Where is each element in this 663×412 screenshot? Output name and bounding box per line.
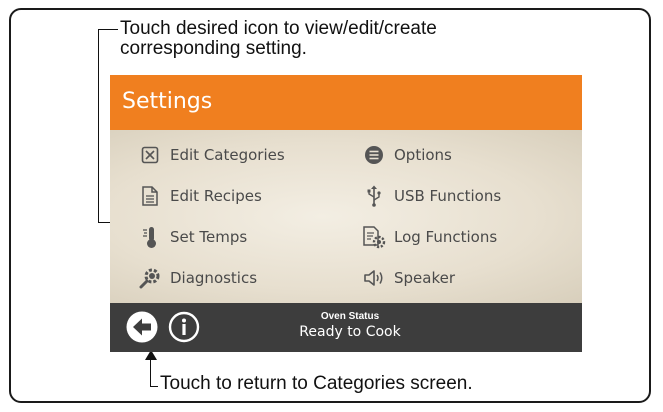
menu-item-label: Diagnostics <box>170 269 258 287</box>
gear-wrench-icon <box>138 266 162 290</box>
menu-item-set-temps[interactable]: Set Temps <box>138 223 247 251</box>
menu-item-edit-recipes[interactable]: Edit Recipes <box>138 182 262 210</box>
info-button[interactable] <box>168 311 200 343</box>
info-icon <box>168 311 200 343</box>
settings-menu: Edit Categories Edit Recipes Set Temps D… <box>110 130 582 303</box>
back-button[interactable] <box>126 311 158 343</box>
callout-top-line1: Touch desired icon to view/edit/create <box>120 18 437 39</box>
settings-header: Settings <box>110 75 582 130</box>
menu-item-label: Options <box>394 146 452 164</box>
back-arrow-icon <box>126 311 158 343</box>
usb-icon <box>362 184 386 208</box>
callout-bottom: Touch to return to Categories screen. <box>160 373 473 394</box>
back-pointer-h <box>150 386 158 387</box>
device-screen: Settings Edit Categories Edit Recipes Se… <box>110 75 582 352</box>
menu-item-label: Edit Recipes <box>170 187 262 205</box>
status-bar: Oven Status Ready to Cook <box>110 303 582 352</box>
menu-item-edit-categories[interactable]: Edit Categories <box>138 141 285 169</box>
menu-item-speaker[interactable]: Speaker <box>362 264 455 292</box>
log-gear-icon <box>362 225 386 249</box>
menu-item-label: Speaker <box>394 269 456 287</box>
callout-line-v <box>98 29 99 223</box>
menu-item-usb-functions[interactable]: USB Functions <box>362 182 501 210</box>
oven-status-label: Oven Status <box>320 311 380 322</box>
oven-status-value: Ready to Cook <box>299 324 401 340</box>
menu-item-log-functions[interactable]: Log Functions <box>362 223 497 251</box>
thermometer-icon <box>138 225 162 249</box>
menu-item-diagnostics[interactable]: Diagnostics <box>138 264 257 292</box>
list-circle-icon <box>362 143 386 167</box>
callout-top: Touch desired icon to view/edit/create c… <box>120 19 560 59</box>
callout-line-h-top <box>98 29 118 30</box>
callout-top-line2: corresponding setting. <box>120 38 307 59</box>
speaker-icon <box>362 266 386 290</box>
close-box-icon <box>138 143 162 167</box>
page-title: Settings <box>122 89 213 114</box>
menu-item-label: Edit Categories <box>170 146 285 164</box>
menu-item-label: Log Functions <box>394 228 498 246</box>
menu-item-label: Set Temps <box>170 228 248 246</box>
menu-item-label: USB Functions <box>394 187 502 205</box>
menu-item-options[interactable]: Options <box>362 141 452 169</box>
document-icon <box>138 184 162 208</box>
